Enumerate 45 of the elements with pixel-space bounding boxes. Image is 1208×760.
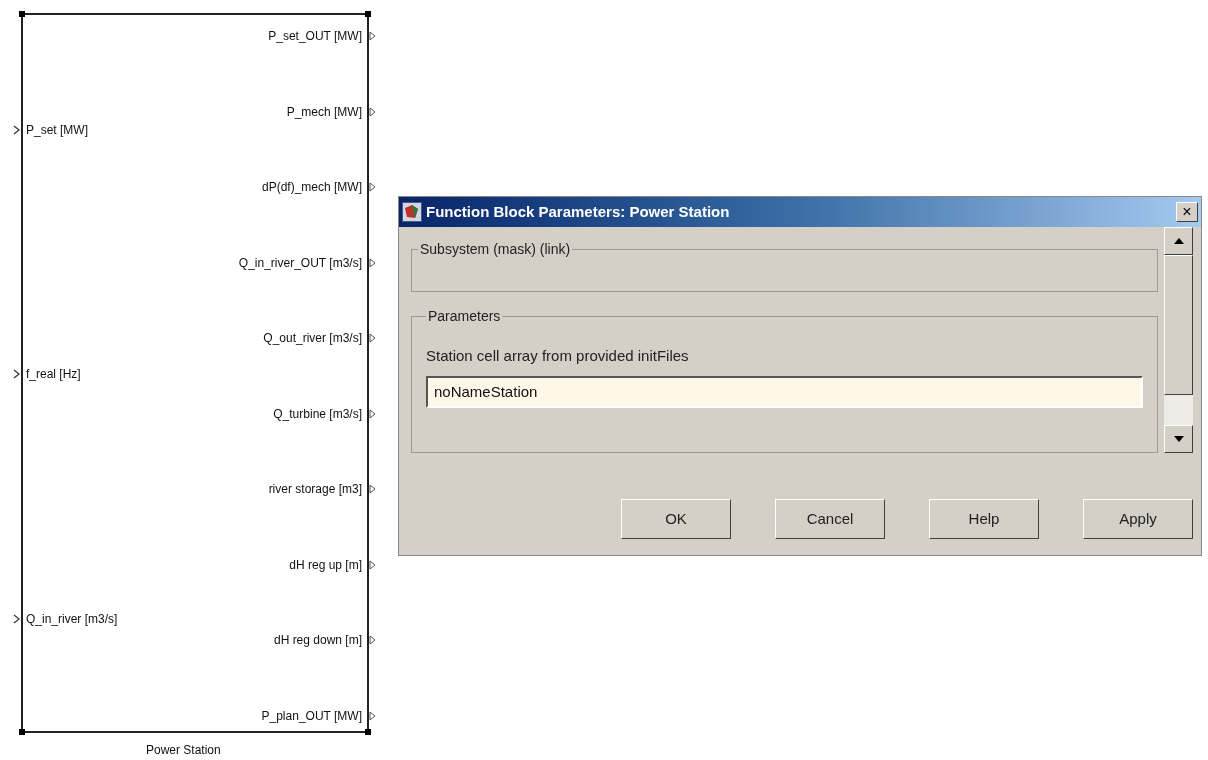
- output-port-label: dH reg down [m]: [273, 632, 362, 650]
- input-port-icon: [13, 614, 21, 624]
- output-port-label: Q_out_river [m3/s]: [263, 330, 362, 348]
- output-port-label: Q_in_river_OUT [m3/s]: [238, 254, 362, 272]
- group-title: Subsystem (mask) (link): [419, 240, 572, 259]
- output-port-icon: [369, 257, 376, 268]
- output-port-label: Q_turbine [m3/s]: [273, 405, 362, 423]
- output-port-icon: [369, 333, 376, 344]
- close-button[interactable]: ×: [1176, 202, 1198, 222]
- output-port-label: P_plan_OUT [MW]: [261, 708, 362, 725]
- scroll-down-icon: [1173, 436, 1184, 442]
- output-port-label: dH reg up [m]: [289, 556, 362, 574]
- dialog-button[interactable]: OK: [621, 499, 731, 539]
- output-port-label: dP(df)_mech [MW]: [261, 179, 362, 197]
- dialog-button[interactable]: Cancel: [775, 499, 885, 539]
- output-port-icon: [369, 635, 376, 646]
- output-port-icon: [369, 31, 376, 41]
- resize-handle[interactable]: [19, 729, 25, 735]
- input-port-icon: [13, 369, 21, 379]
- dialog-button[interactable]: Apply: [1083, 499, 1193, 539]
- resize-handle[interactable]: [365, 11, 371, 17]
- output-port-icon: [369, 484, 376, 495]
- input-field[interactable]: noNameStation: [426, 375, 1143, 408]
- output-port-label: P_mech [MW]: [286, 103, 362, 121]
- scroll-up-icon: [1173, 238, 1184, 244]
- input-port-icon: [13, 125, 21, 135]
- resize-handle[interactable]: [19, 11, 25, 17]
- dialog-button[interactable]: Help: [929, 499, 1039, 539]
- input-port-label: P_set [MW]: [26, 122, 88, 139]
- field-label: Station cell array from provided initFiles: [426, 346, 690, 367]
- scrollbar[interactable]: [1164, 227, 1193, 453]
- output-port-icon: [369, 106, 376, 117]
- input-port-label: f_real [Hz]: [26, 366, 81, 383]
- output-port-icon: [369, 559, 376, 570]
- input-port-label: Q_in_river [m3/s]: [26, 611, 118, 628]
- output-port-label: river storage [m3]: [268, 481, 362, 499]
- output-port-label: P_set_OUT [MW]: [268, 28, 362, 45]
- resize-handle[interactable]: [365, 729, 371, 735]
- output-port-icon: [369, 711, 376, 721]
- output-port-icon: [369, 182, 376, 193]
- app-icon: [402, 202, 422, 222]
- window-title: Function Block Parameters: Power Station: [426, 201, 731, 222]
- group-title: Parameters: [427, 307, 502, 327]
- block-name: Power Station: [146, 742, 221, 759]
- output-port-icon: [369, 408, 376, 419]
